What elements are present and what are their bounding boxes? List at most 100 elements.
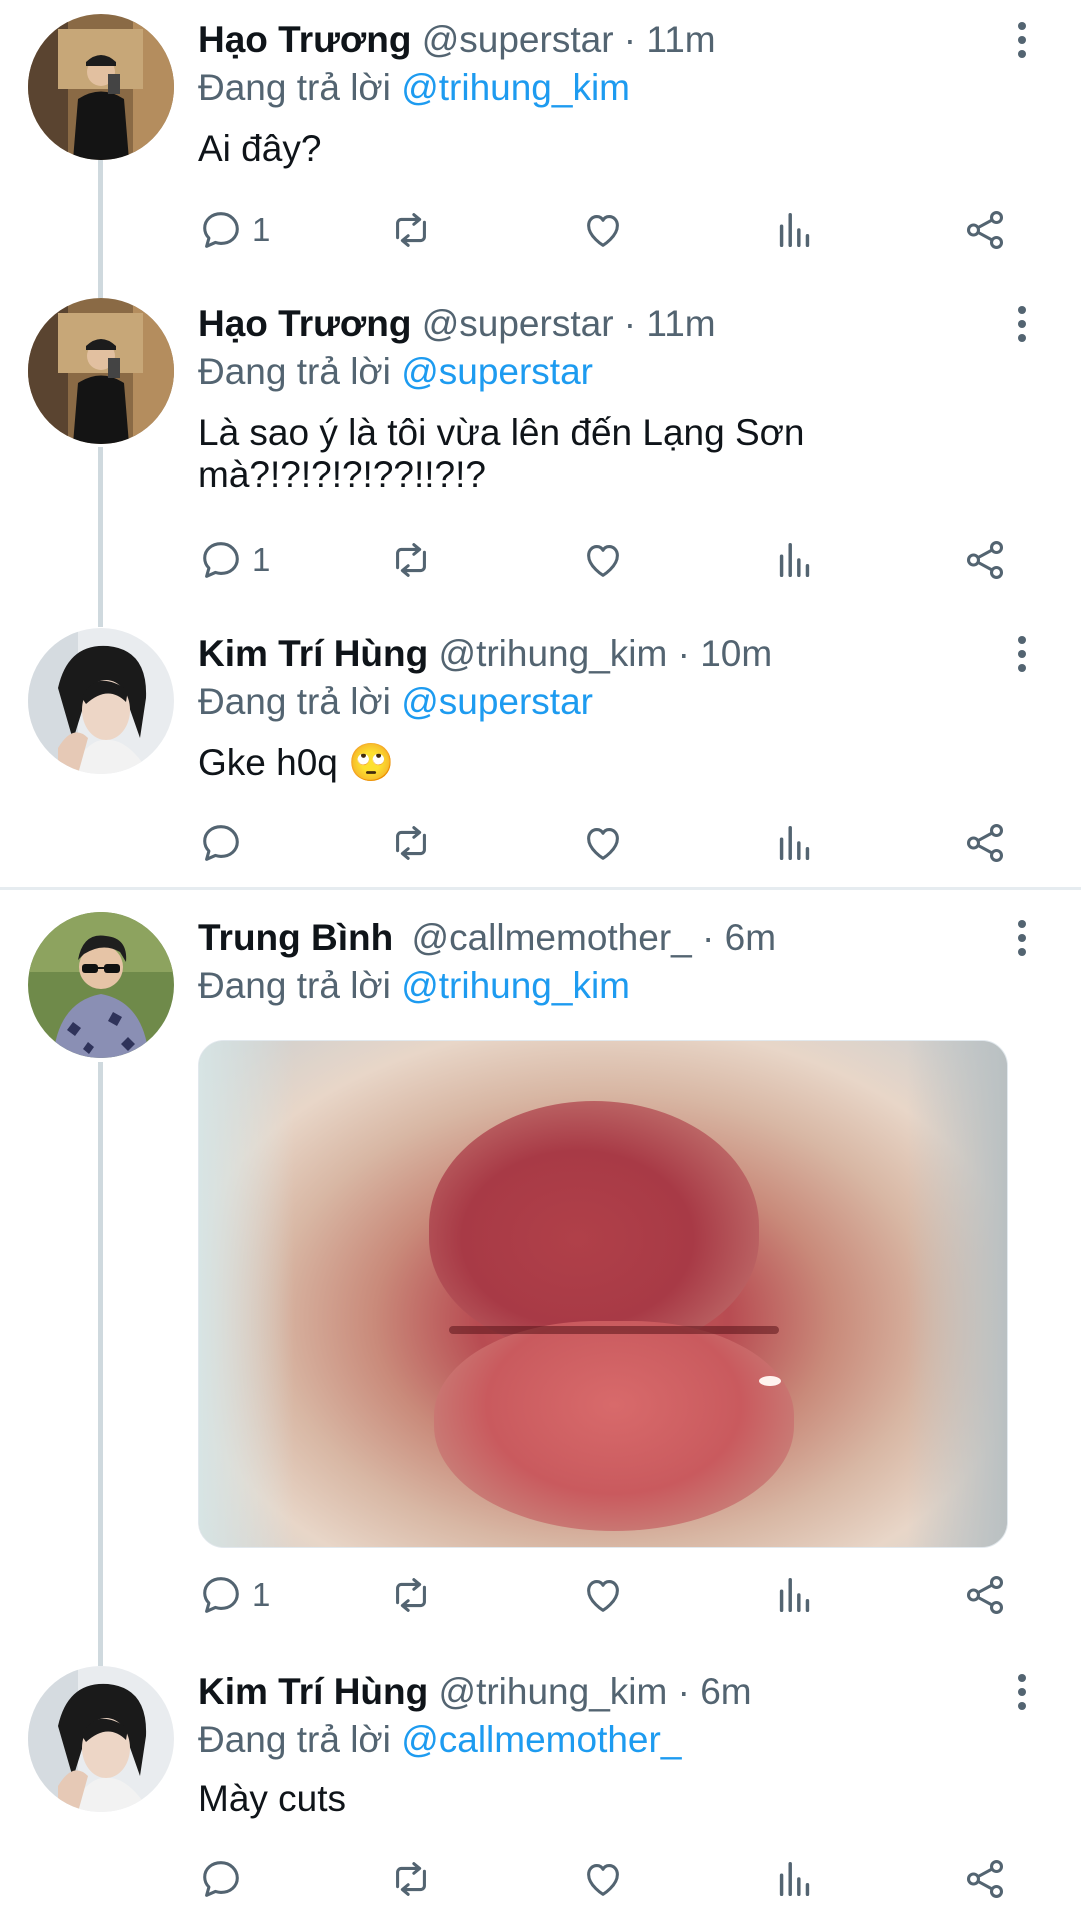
- like-button[interactable]: [580, 205, 626, 255]
- views-button[interactable]: [772, 818, 818, 868]
- action-bar: 1: [198, 1570, 1028, 1620]
- retweet-button[interactable]: [388, 818, 434, 868]
- share-icon: [966, 211, 1004, 249]
- reply-count: 1: [252, 1576, 271, 1613]
- tweet-header: Kim Trí Hùng @trihung_kim · 6m: [198, 1670, 971, 1714]
- retweet-button[interactable]: [388, 535, 434, 585]
- retweet-icon: [396, 1862, 426, 1896]
- tweet-header: Hạo Trương @superstar · 11m: [198, 18, 971, 62]
- heart-icon: [587, 545, 619, 577]
- avatar[interactable]: [28, 14, 174, 160]
- timestamp[interactable]: · 6m: [678, 1671, 752, 1712]
- replying-to: Đang trả lời @superstar: [198, 680, 593, 724]
- avatar[interactable]: [28, 912, 174, 1058]
- tweet-text: Ai đây?: [198, 128, 322, 169]
- share-button[interactable]: [962, 818, 1008, 868]
- replying-to: Đang trả lời @trihung_kim: [198, 66, 630, 110]
- more-options-icon[interactable]: [1008, 302, 1036, 346]
- like-button[interactable]: [580, 1570, 626, 1620]
- share-button[interactable]: [962, 1854, 1008, 1904]
- replying-to: Đang trả lời @superstar: [198, 350, 593, 394]
- heart-icon: [587, 1864, 619, 1896]
- like-button[interactable]: [580, 535, 626, 585]
- timestamp[interactable]: · 10m: [678, 633, 773, 674]
- thread-line: [98, 1062, 103, 1666]
- bar-chart-icon: [779, 212, 810, 248]
- handle[interactable]: @superstar: [422, 303, 614, 344]
- more-options-icon[interactable]: [1008, 632, 1036, 676]
- views-button[interactable]: [772, 205, 818, 255]
- reply-button[interactable]: [198, 1854, 252, 1904]
- tweet-text-line: mà?!?!?!?!??!!?!?: [198, 454, 486, 495]
- display-name[interactable]: Kim Trí Hùng: [198, 633, 428, 674]
- timestamp[interactable]: · 11m: [624, 19, 716, 60]
- mention-link[interactable]: @trihung_kim: [401, 67, 630, 108]
- mention-link[interactable]: @superstar: [401, 681, 593, 722]
- dark-hair-portrait-avatar-icon: [28, 1666, 174, 1812]
- reply-icon: [203, 1861, 239, 1897]
- timestamp[interactable]: · 11m: [624, 303, 716, 344]
- reply-button[interactable]: 1: [198, 1570, 270, 1620]
- share-icon: [966, 541, 1004, 579]
- display-name[interactable]: Hạo Trương: [198, 303, 411, 344]
- display-name[interactable]: Trung Bình: [198, 917, 393, 958]
- avatar[interactable]: [28, 628, 174, 774]
- views-button[interactable]: [772, 1854, 818, 1904]
- replying-to: Đang trả lời @trihung_kim: [198, 964, 630, 1008]
- replying-label: Đang trả lời: [198, 351, 391, 392]
- like-button[interactable]: [580, 818, 626, 868]
- share-button[interactable]: [962, 535, 1008, 585]
- eye-roll-emoji: 🙄: [348, 742, 395, 783]
- display-name[interactable]: Hạo Trương: [198, 19, 411, 60]
- reply-button[interactable]: [198, 818, 252, 868]
- mention-link[interactable]: @trihung_kim: [401, 965, 630, 1006]
- more-options-icon[interactable]: [1008, 916, 1036, 960]
- replying-label: Đang trả lời: [198, 681, 391, 722]
- like-button[interactable]: [580, 1854, 626, 1904]
- avatar[interactable]: [28, 298, 174, 444]
- reply-button[interactable]: 1: [198, 205, 270, 255]
- heart-icon: [587, 828, 619, 860]
- handle[interactable]: @superstar: [422, 19, 614, 60]
- heart-icon: [587, 215, 619, 247]
- retweet-icon: [396, 1578, 426, 1612]
- person-in-suit-avatar-icon: [28, 14, 174, 160]
- timestamp[interactable]: · 6m: [702, 917, 776, 958]
- thread-line: [98, 447, 103, 627]
- heart-icon: [587, 1580, 619, 1612]
- retweet-icon: [396, 543, 426, 577]
- tweet-text-content: Gke h0q: [198, 742, 338, 783]
- dark-hair-portrait-avatar-icon: [28, 628, 174, 774]
- retweet-button[interactable]: [388, 1854, 434, 1904]
- tweet-media-photo[interactable]: [198, 1040, 1008, 1548]
- handle[interactable]: @trihung_kim: [439, 633, 668, 674]
- retweet-button[interactable]: [388, 205, 434, 255]
- lips-photo-icon: [429, 1101, 759, 1351]
- tweet-header: Kim Trí Hùng @trihung_kim · 10m: [198, 632, 971, 676]
- reply-icon: [203, 825, 239, 861]
- views-button[interactable]: [772, 1570, 818, 1620]
- more-options-icon[interactable]: [1008, 18, 1036, 62]
- action-bar: 1: [198, 535, 1028, 585]
- bar-chart-icon: [779, 1861, 810, 1897]
- action-bar: [198, 818, 1028, 868]
- tweet-text: Gke h0q 🙄: [198, 742, 998, 784]
- views-button[interactable]: [772, 535, 818, 585]
- display-name[interactable]: Kim Trí Hùng: [198, 1671, 428, 1712]
- handle[interactable]: @callmemother_: [412, 917, 692, 958]
- reply-button[interactable]: 1: [198, 535, 270, 585]
- mention-link[interactable]: @superstar: [401, 351, 593, 392]
- retweet-icon: [396, 213, 426, 247]
- replying-label: Đang trả lời: [198, 1719, 391, 1760]
- retweet-button[interactable]: [388, 1570, 434, 1620]
- reply-icon: [203, 1577, 239, 1613]
- avatar[interactable]: [28, 1666, 174, 1812]
- share-button[interactable]: [962, 1570, 1008, 1620]
- tweet-text: Là sao ý là tôi vừa lên đến Lạng Sơn mà?…: [198, 412, 998, 496]
- tweet-text: Mày cuts: [198, 1778, 347, 1819]
- handle[interactable]: @trihung_kim: [439, 1671, 668, 1712]
- share-button[interactable]: [962, 205, 1008, 255]
- more-options-icon[interactable]: [1008, 1670, 1036, 1714]
- replying-label: Đang trả lời: [198, 67, 391, 108]
- mention-link[interactable]: @callmemother_: [401, 1719, 681, 1760]
